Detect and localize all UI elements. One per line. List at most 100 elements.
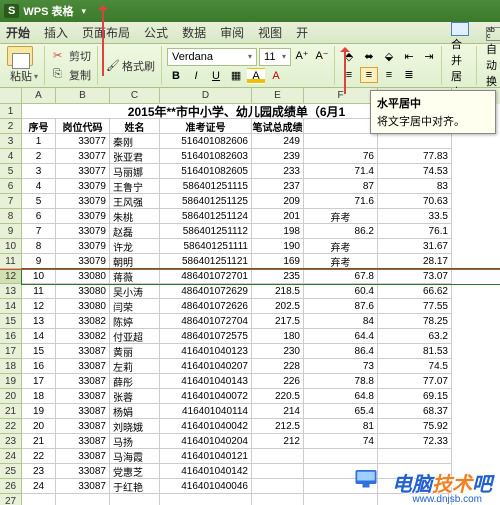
menu-视图[interactable]: 视图 [258, 24, 282, 41]
cell[interactable]: 416401040123 [160, 344, 252, 359]
cell[interactable]: 516401082603 [160, 149, 252, 164]
cell[interactable]: 31.67 [378, 239, 452, 254]
cell[interactable]: 87 [304, 179, 378, 194]
cell[interactable]: 9 [22, 254, 56, 269]
col-header-D[interactable]: D [160, 88, 252, 104]
cell[interactable]: 13 [22, 314, 56, 329]
cell[interactable]: 杨娟 [110, 404, 160, 419]
cell[interactable]: 33087 [56, 449, 110, 464]
cell[interactable] [110, 494, 160, 505]
row-header-6[interactable]: 6 [0, 179, 22, 194]
indent-decrease-button[interactable]: ⇤ [400, 49, 418, 65]
cell[interactable]: 198 [252, 224, 304, 239]
cell[interactable]: 235 [252, 269, 304, 284]
cell[interactable]: 65.4 [304, 404, 378, 419]
cell[interactable]: 68.37 [378, 404, 452, 419]
cell[interactable]: 33080 [56, 299, 110, 314]
cell[interactable] [252, 494, 304, 505]
cell[interactable]: 486401072701 [160, 269, 252, 284]
cell[interactable]: 486401072575 [160, 329, 252, 344]
row-header-2[interactable]: 2 [0, 119, 22, 134]
cell[interactable] [56, 494, 110, 505]
cell[interactable]: 230 [252, 344, 304, 359]
cell[interactable]: 228 [252, 359, 304, 374]
menu-数据[interactable]: 数据 [182, 24, 206, 41]
paste-icon[interactable] [7, 46, 33, 66]
cell[interactable]: 63.2 [378, 329, 452, 344]
col-header-A[interactable]: A [22, 88, 56, 104]
cell[interactable]: 76.1 [378, 224, 452, 239]
cell[interactable]: 于红艳 [110, 479, 160, 494]
cell[interactable]: 486401072626 [160, 299, 252, 314]
align-justify-button[interactable]: ≣ [400, 67, 418, 83]
cell[interactable]: 66.62 [378, 284, 452, 299]
cell[interactable]: 准考证号 [160, 119, 252, 134]
cell[interactable]: 218.5 [252, 284, 304, 299]
cell[interactable]: 33087 [56, 374, 110, 389]
row-header-14[interactable]: 14 [0, 299, 22, 314]
cell[interactable]: 笔试总成绩 [252, 119, 304, 134]
cell[interactable]: 33077 [56, 149, 110, 164]
cell[interactable]: 586401251112 [160, 224, 252, 239]
menu-页面布局[interactable]: 页面布局 [82, 24, 130, 41]
row-header-4[interactable]: 4 [0, 149, 22, 164]
cell[interactable]: 18 [22, 389, 56, 404]
cell[interactable]: 33.5 [378, 209, 452, 224]
cell[interactable]: 马海霞 [110, 449, 160, 464]
cell[interactable]: 237 [252, 179, 304, 194]
cell[interactable]: 586401251115 [160, 179, 252, 194]
cell[interactable]: 86.2 [304, 224, 378, 239]
align-center-button[interactable]: ≡ [360, 67, 378, 83]
font-size-select[interactable]: 11▾ [259, 48, 291, 66]
cell[interactable]: 15 [22, 344, 56, 359]
row-header-3[interactable]: 3 [0, 134, 22, 149]
font-family-select[interactable]: Verdana▾ [167, 48, 257, 66]
cell[interactable]: 74 [304, 434, 378, 449]
app-menu-dropdown[interactable]: ▾ [81, 6, 86, 17]
cell[interactable]: 586401251124 [160, 209, 252, 224]
cell[interactable]: 516401082606 [160, 134, 252, 149]
row-header-23[interactable]: 23 [0, 434, 22, 449]
cell[interactable]: 23 [22, 464, 56, 479]
paste-button[interactable]: 粘贴▾ [7, 67, 41, 85]
cell[interactable]: 212 [252, 434, 304, 449]
cell[interactable]: 28.17 [378, 254, 452, 269]
cell[interactable]: 张亚君 [110, 149, 160, 164]
cell[interactable]: 87.6 [304, 299, 378, 314]
cell[interactable]: 8 [22, 239, 56, 254]
cell[interactable]: 416401040204 [160, 434, 252, 449]
cell[interactable]: 214 [252, 404, 304, 419]
cell[interactable]: 76 [304, 149, 378, 164]
row-header-9[interactable]: 9 [0, 224, 22, 239]
cell[interactable]: 33087 [56, 404, 110, 419]
cell[interactable]: 77.07 [378, 374, 452, 389]
cell[interactable]: 586401251121 [160, 254, 252, 269]
cell[interactable]: 81.53 [378, 344, 452, 359]
row-header-26[interactable]: 26 [0, 479, 22, 494]
cell[interactable]: 64.8 [304, 389, 378, 404]
format-painter-button[interactable]: 🖌格式刷 [103, 57, 158, 75]
cell[interactable] [304, 134, 378, 149]
cell[interactable]: 416401040042 [160, 419, 252, 434]
cell[interactable]: 86.4 [304, 344, 378, 359]
row-header-17[interactable]: 17 [0, 344, 22, 359]
row-header-20[interactable]: 20 [0, 389, 22, 404]
cell[interactable]: 77.55 [378, 299, 452, 314]
cell[interactable] [252, 464, 304, 479]
cell[interactable]: 209 [252, 194, 304, 209]
cell[interactable]: 刘晓娥 [110, 419, 160, 434]
bold-button[interactable]: B [167, 68, 185, 84]
cell[interactable]: 217.5 [252, 314, 304, 329]
cell[interactable]: 33087 [56, 434, 110, 449]
cell[interactable] [304, 494, 378, 505]
cell[interactable]: 74.5 [378, 359, 452, 374]
cell[interactable]: 33079 [56, 239, 110, 254]
cell[interactable]: 2 [22, 149, 56, 164]
cell[interactable]: 201 [252, 209, 304, 224]
cell[interactable]: 21 [22, 434, 56, 449]
menu-插入[interactable]: 插入 [44, 24, 68, 41]
cell[interactable]: 67.8 [304, 269, 378, 284]
cell[interactable]: 486401072629 [160, 284, 252, 299]
cell[interactable]: 22 [22, 449, 56, 464]
cell[interactable]: 72.33 [378, 434, 452, 449]
